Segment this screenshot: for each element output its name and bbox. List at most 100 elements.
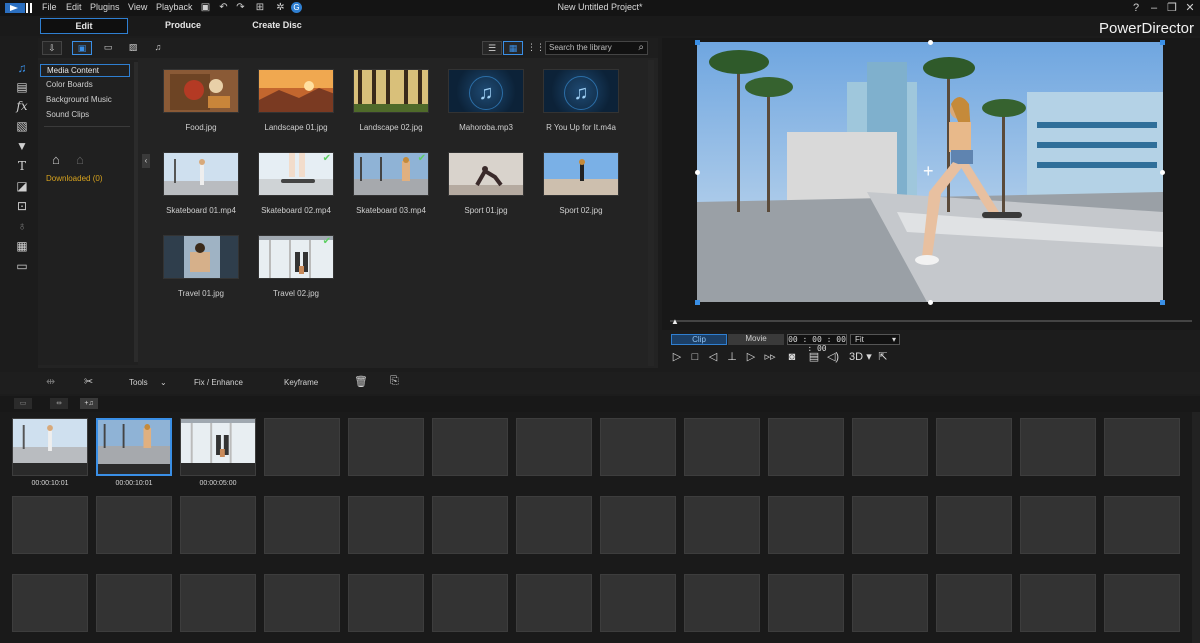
media-item[interactable]: ✔ Skateboard 02.mp4 [258,152,334,215]
play-icon[interactable]: ▷ [670,350,684,364]
chevron-down-icon[interactable]: ▾ [862,350,876,364]
library-scrollbar[interactable] [648,60,654,366]
storyboard-slot[interactable] [600,496,676,554]
storyboard-slot[interactable] [684,418,760,476]
search-icon[interactable]: ⌕ [638,42,644,54]
resize-handle-top-left[interactable] [695,40,700,45]
media-room-icon[interactable]: ♫ [15,61,29,75]
storyboard-slot[interactable] [1104,418,1180,476]
export-icon[interactable]: ⎘ [390,375,399,388]
effects-room-icon[interactable]: fx [15,99,29,113]
volume-icon[interactable]: ◁) [826,350,840,364]
filter-audio-icon[interactable]: ♫ [148,41,168,55]
category-media-content[interactable]: Media Content [40,64,130,77]
aspect-ratio-icon[interactable]: ⊞ [252,2,268,13]
media-item[interactable]: ✔ Travel 02.jpg [258,235,334,298]
media-thumbnail[interactable] [163,69,239,113]
resize-handle-top-right[interactable] [1160,40,1165,45]
storyboard-slot[interactable] [516,574,592,632]
storyboard-slot[interactable] [852,574,928,632]
storyboard-slot[interactable] [96,574,172,632]
storyboard-slot[interactable] [348,496,424,554]
account-icon[interactable]: G [291,2,302,13]
storyboard-scrollbar[interactable] [1192,412,1200,643]
storyboard-slot[interactable] [936,418,1012,476]
import-media-icon[interactable]: ⇩ [42,41,62,55]
storyboard-slot[interactable] [852,418,928,476]
search-input[interactable]: Search the library ⌕ [545,41,648,55]
storyboard-slot[interactable] [1104,496,1180,554]
resize-handle-bottom-right[interactable] [1160,300,1165,305]
storyboard-slot[interactable] [432,574,508,632]
settings-icon[interactable]: ✲ [275,2,286,13]
thumbnail-view-icon[interactable]: ▦ [503,41,523,55]
media-thumbnail[interactable]: ♫ [543,69,619,113]
storyboard-slot[interactable] [96,496,172,554]
storyboard-slot[interactable] [1104,574,1180,632]
storyboard-slot[interactable] [768,418,844,476]
chevron-down-icon[interactable]: ⌄ [160,378,167,387]
media-item[interactable]: Landscape 01.jpg [258,69,334,132]
storyboard-slot[interactable] [768,496,844,554]
category-sound-clips[interactable]: Sound Clips [40,109,130,122]
media-thumbnail[interactable] [258,69,334,113]
storyboard-slot[interactable] [600,574,676,632]
storyboard-slot[interactable] [12,418,88,476]
storyboard-slot[interactable] [264,496,340,554]
storyboard-slot[interactable] [684,574,760,632]
fast-forward-icon[interactable]: ▹▹ [763,350,777,364]
trim-icon[interactable]: ⇹ [46,375,55,388]
filter-clip-icon[interactable]: ▭ [98,41,118,55]
storyboard-slot[interactable] [516,496,592,554]
movie-mode-button[interactable]: Movie [728,334,784,345]
resize-handle-right[interactable] [1160,170,1165,175]
preview-video[interactable]: + [697,42,1163,302]
category-downloaded[interactable]: Downloaded (0) [46,174,102,183]
storyboard-slot[interactable] [600,418,676,476]
storyboard-slot[interactable] [1020,574,1096,632]
list-view-icon[interactable]: ☰ [482,41,502,55]
storyboard-slot[interactable] [348,418,424,476]
storyboard-slot[interactable] [348,574,424,632]
menu-file[interactable]: File [42,2,57,12]
storyboard-slot[interactable] [12,496,88,554]
media-item[interactable]: Food.jpg [163,69,239,132]
storyboard-slot[interactable] [852,496,928,554]
media-thumbnail[interactable]: ✔ [353,152,429,196]
transition-room-icon[interactable]: ◪ [15,179,29,193]
media-item[interactable]: Travel 01.jpg [163,235,239,298]
split-icon[interactable]: ⊥ [725,350,739,364]
tab-create-disc[interactable]: Create Disc [233,18,321,34]
storyboard-slot[interactable] [1020,418,1096,476]
split-scissors-icon[interactable]: ✂ [84,375,93,388]
tab-edit[interactable]: Edit [40,18,128,34]
collapse-panel-icon[interactable]: ‹ [142,154,150,168]
tab-produce[interactable]: Produce [139,18,227,34]
title-designer-icon[interactable]: ▤ [15,80,29,94]
undo-icon[interactable]: ↶ [218,2,229,13]
audio-mixing-icon[interactable]: ⊡ [15,199,29,213]
media-thumbnail[interactable] [163,235,239,279]
timeline-view-icon[interactable]: ▭ [14,398,32,409]
media-thumbnail[interactable] [163,152,239,196]
storyboard-slot[interactable] [516,418,592,476]
previous-frame-icon[interactable]: ◁ [706,350,720,364]
close-icon[interactable]: ✕ [1184,2,1196,14]
storyboard-slot[interactable] [432,418,508,476]
media-thumbnail[interactable]: ✔ [258,152,334,196]
storyboard-slot[interactable] [432,496,508,554]
particle-room-icon[interactable]: ▼ [15,139,29,153]
subtitle-room-icon[interactable]: ▭ [15,259,29,273]
preview-scrubber[interactable] [670,320,1192,322]
fix-enhance-button[interactable]: Fix / Enhance [194,378,243,387]
menu-view[interactable]: View [128,2,147,12]
storyboard-slot[interactable] [180,418,256,476]
storyboard-slot[interactable] [1020,496,1096,554]
media-item[interactable]: ✔ Skateboard 03.mp4 [353,152,429,215]
next-frame-icon[interactable]: ▷ [744,350,758,364]
resize-handle-bottom-left[interactable] [695,300,700,305]
menu-edit[interactable]: Edit [66,2,82,12]
storyboard-slot[interactable] [264,418,340,476]
save-icon[interactable]: ▣ [200,2,211,13]
menu-playback[interactable]: Playback [156,2,193,12]
